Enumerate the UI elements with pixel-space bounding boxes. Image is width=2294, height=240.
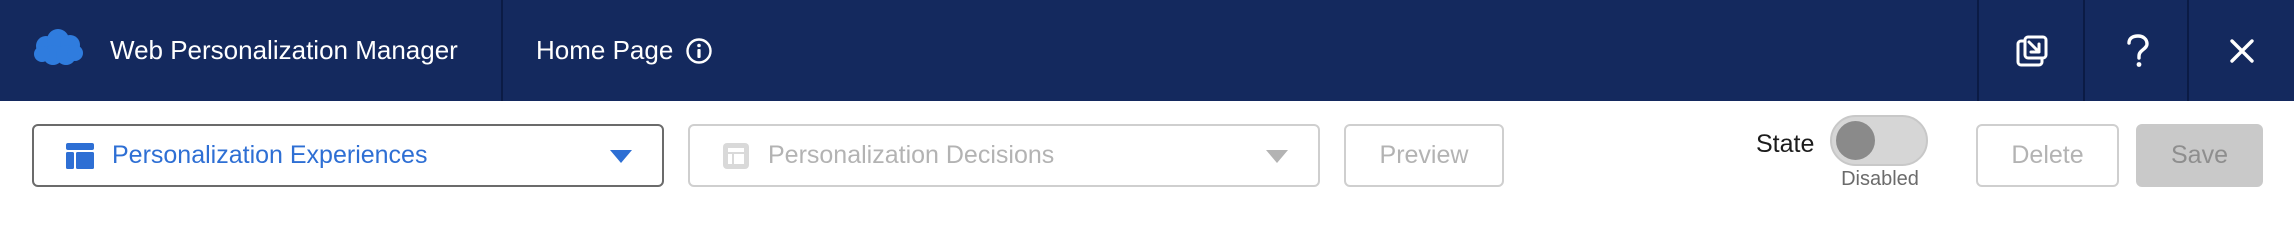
delete-button[interactable]: Delete (1976, 124, 2119, 187)
decisions-select[interactable]: Personalization Decisions (688, 124, 1320, 187)
help-button[interactable] (2085, 0, 2190, 101)
experiences-select[interactable]: Personalization Experiences (32, 124, 664, 187)
layout-table-icon (723, 143, 749, 169)
cloud-logo-icon (34, 29, 83, 65)
question-mark-icon (2126, 33, 2149, 67)
info-circle-icon[interactable] (685, 37, 713, 65)
close-button[interactable] (2189, 0, 2294, 101)
popout-icon (2016, 35, 2047, 66)
caret-down-icon (1266, 150, 1288, 163)
close-icon (2229, 38, 2254, 63)
experiences-select-label: Personalization Experiences (112, 141, 428, 169)
app-title: Web Personalization Manager (110, 35, 458, 65)
state-value: Disabled (1841, 168, 1919, 190)
app-header: Web Personalization Manager Home Page (0, 0, 2294, 101)
header-divider (501, 0, 503, 101)
caret-down-icon (610, 150, 632, 163)
toggle-knob (1836, 121, 1875, 160)
decisions-select-label: Personalization Decisions (768, 141, 1055, 169)
layout-table-icon (66, 143, 94, 169)
page-name: Home Page (536, 35, 674, 65)
save-button[interactable]: Save (2136, 124, 2263, 187)
popout-button[interactable] (1979, 0, 2084, 101)
state-label: State (1756, 130, 1815, 158)
preview-button[interactable]: Preview (1344, 124, 1504, 187)
state-toggle[interactable] (1830, 115, 1928, 166)
